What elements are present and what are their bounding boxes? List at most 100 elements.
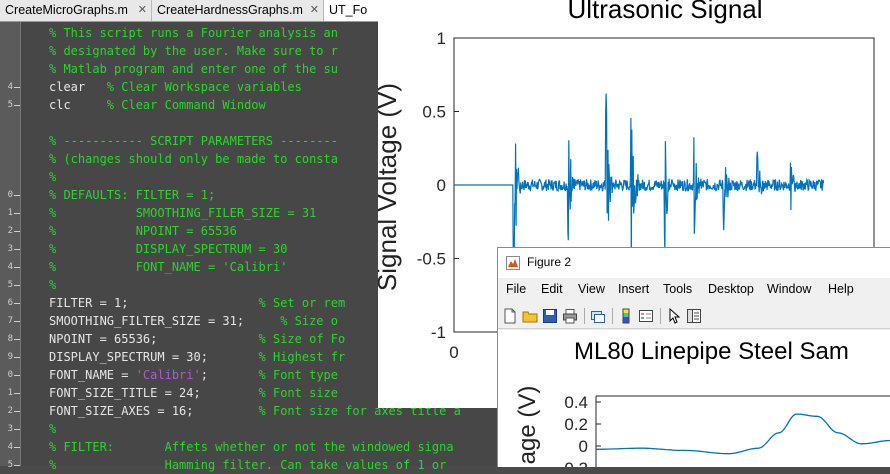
- line-marker: [14, 213, 20, 214]
- colorbar-icon[interactable]: [618, 308, 634, 324]
- save-icon[interactable]: [542, 308, 558, 324]
- code-line[interactable]: SMOOTHING_FILTER_SIZE = 31; % Size o: [49, 312, 338, 330]
- code-text: FONT_NAME =: [49, 368, 136, 382]
- line-number: 1: [7, 208, 13, 218]
- code-comment: % Font type: [258, 368, 339, 382]
- x-tick-label: 0: [449, 343, 458, 362]
- line-marker: [14, 393, 20, 394]
- code-line[interactable]: % DISPLAY_SPECTRUM = 30: [49, 240, 287, 258]
- code-line[interactable]: % (changes should only be made to consta: [49, 150, 338, 168]
- line-marker: [14, 303, 20, 304]
- menu-help[interactable]: Help: [828, 282, 854, 296]
- y-tick-label: 0.5: [422, 103, 446, 122]
- tab-create-hardness-graphs[interactable]: CreateHardnessGraphs.m ✕: [152, 0, 324, 21]
- menu-edit[interactable]: Edit: [541, 282, 563, 296]
- line-marker: [14, 231, 20, 232]
- window-title-bar[interactable]: Figure 2: [498, 248, 890, 278]
- code-text: DISPLAY_SPECTRUM = 30;: [49, 350, 259, 364]
- code-line[interactable]: % FONT_NAME = 'Calibri': [49, 258, 287, 276]
- line-marker: [14, 267, 20, 268]
- code-comment: % Size o: [280, 314, 338, 328]
- line-number: 6: [7, 298, 13, 308]
- code-comment: % (changes should only be made to consta: [49, 152, 338, 166]
- menu-insert[interactable]: Insert: [618, 282, 649, 296]
- code-line[interactable]: %: [49, 276, 56, 294]
- code-text: SMOOTHING_FILTER_SIZE = 31;: [49, 314, 281, 328]
- menu-tools[interactable]: Tools: [663, 282, 692, 296]
- code-line[interactable]: clear % Clear Workspace variables: [49, 78, 302, 96]
- code-line[interactable]: % Matlab program and enter one of the su: [49, 60, 338, 78]
- code-line[interactable]: % DEFAULTS: FILTER = 1;: [49, 186, 215, 204]
- code-comment: % This script runs a Fourier analysis an: [49, 26, 338, 40]
- code-line[interactable]: % Hamming filter. Can take values of 1 o…: [49, 456, 446, 474]
- y-tick-label: 1: [437, 29, 446, 48]
- code-line[interactable]: % ----------- SCRIPT PARAMETERS --------: [49, 132, 338, 150]
- line-number: 1: [7, 388, 13, 398]
- code-line[interactable]: DISPLAY_SPECTRUM = 30; % Highest fr: [49, 348, 345, 366]
- code-line[interactable]: FILTER = 1; % Set or rem: [49, 294, 345, 312]
- menu-desktop[interactable]: Desktop: [708, 282, 754, 296]
- code-line[interactable]: % This script runs a Fourier analysis an: [49, 24, 338, 42]
- line-marker: [14, 321, 20, 322]
- line-number-gutter: 4 5 0 1 2 3 4 5 6 7 8 9 0 1 2 3 4 5: [0, 22, 21, 470]
- code-line[interactable]: %: [49, 420, 56, 438]
- code-line[interactable]: %: [49, 168, 56, 186]
- line-number: 7: [7, 316, 13, 326]
- line-marker: [14, 339, 20, 340]
- property-editor-icon[interactable]: [686, 308, 702, 324]
- close-icon[interactable]: ✕: [138, 0, 147, 21]
- code-text: ;: [200, 368, 259, 382]
- tab-create-micro-graphs[interactable]: CreateMicroGraphs.m ✕: [0, 0, 152, 21]
- code-comment: % ----------- SCRIPT PARAMETERS --------: [49, 134, 338, 148]
- y-tick-label: -1: [431, 323, 446, 342]
- code-comment: % Size of Fo: [258, 332, 346, 346]
- code-comment: % FONT_NAME = 'Calibri': [49, 260, 288, 274]
- line-number: 4: [7, 82, 13, 92]
- close-icon[interactable]: ✕: [310, 0, 319, 21]
- line-marker: [14, 105, 20, 106]
- tab-label: CreateMicroGraphs.m: [5, 3, 128, 17]
- line-number: 0: [7, 370, 13, 380]
- code-line[interactable]: % SMOOTHING_FILER_SIZE = 31: [49, 204, 316, 222]
- toolbar-separator: [660, 308, 661, 324]
- signal-line: [596, 413, 890, 455]
- menu-file[interactable]: File: [506, 282, 526, 296]
- code-line[interactable]: clc % Clear Command Window: [49, 96, 266, 114]
- code-text: NPOINT = 65536;: [49, 332, 259, 346]
- line-marker: [14, 375, 20, 376]
- code-comment: % Hamming filter. Can take values of 1 o…: [49, 458, 447, 472]
- ml80-signal-plot: ML80 Linepipe Steel Sam age (V) 0.40.20-…: [514, 338, 890, 474]
- line-marker: [14, 195, 20, 196]
- y-tick-label: 0.4: [564, 393, 588, 412]
- menu-view[interactable]: View: [578, 282, 605, 296]
- code-comment: %: [49, 170, 57, 184]
- line-marker: [14, 411, 20, 412]
- pointer-icon[interactable]: [666, 308, 682, 324]
- figure-2-window: Figure 2 File Edit View Insert Tools Des…: [497, 247, 890, 474]
- figure-2-plot-area: ML80 Linepipe Steel Sam age (V) 0.40.20-…: [498, 330, 890, 474]
- y-tick-label: 0: [579, 437, 588, 456]
- new-figure-icon[interactable]: [502, 308, 518, 324]
- open-file-icon[interactable]: [522, 308, 538, 324]
- code-comment: % Clear Workspace variables: [106, 80, 302, 94]
- code-string: 'Calibri': [135, 368, 201, 382]
- line-number: 9: [7, 352, 13, 362]
- code-comment: % Matlab program and enter one of the su: [49, 62, 338, 76]
- tab-label: UT_Fo: [329, 3, 368, 17]
- line-marker: [14, 357, 20, 358]
- legend-icon[interactable]: [638, 308, 654, 324]
- code-line[interactable]: % NPOINT = 65536: [49, 222, 237, 240]
- code-text: FONT_SIZE_TITLE = 24;: [49, 386, 259, 400]
- code-line[interactable]: % FILTER: Affets whether or not the wind…: [49, 438, 454, 456]
- code-line[interactable]: FONT_NAME = 'Calibri'; % Font type: [49, 366, 338, 384]
- line-number: 0: [7, 190, 13, 200]
- code-line[interactable]: NPOINT = 65536; % Size of Fo: [49, 330, 345, 348]
- code-line[interactable]: FONT_SIZE_TITLE = 24; % Font size: [49, 384, 338, 402]
- line-number: 4: [7, 262, 13, 272]
- print-icon[interactable]: [562, 308, 578, 324]
- code-line[interactable]: % designated by the user. Make sure to r: [49, 42, 338, 60]
- menu-window[interactable]: Window: [767, 282, 811, 296]
- menu-bar: File Edit View Insert Tools Desktop Wind…: [498, 282, 890, 300]
- line-marker: [14, 249, 20, 250]
- link-icon[interactable]: [590, 308, 606, 324]
